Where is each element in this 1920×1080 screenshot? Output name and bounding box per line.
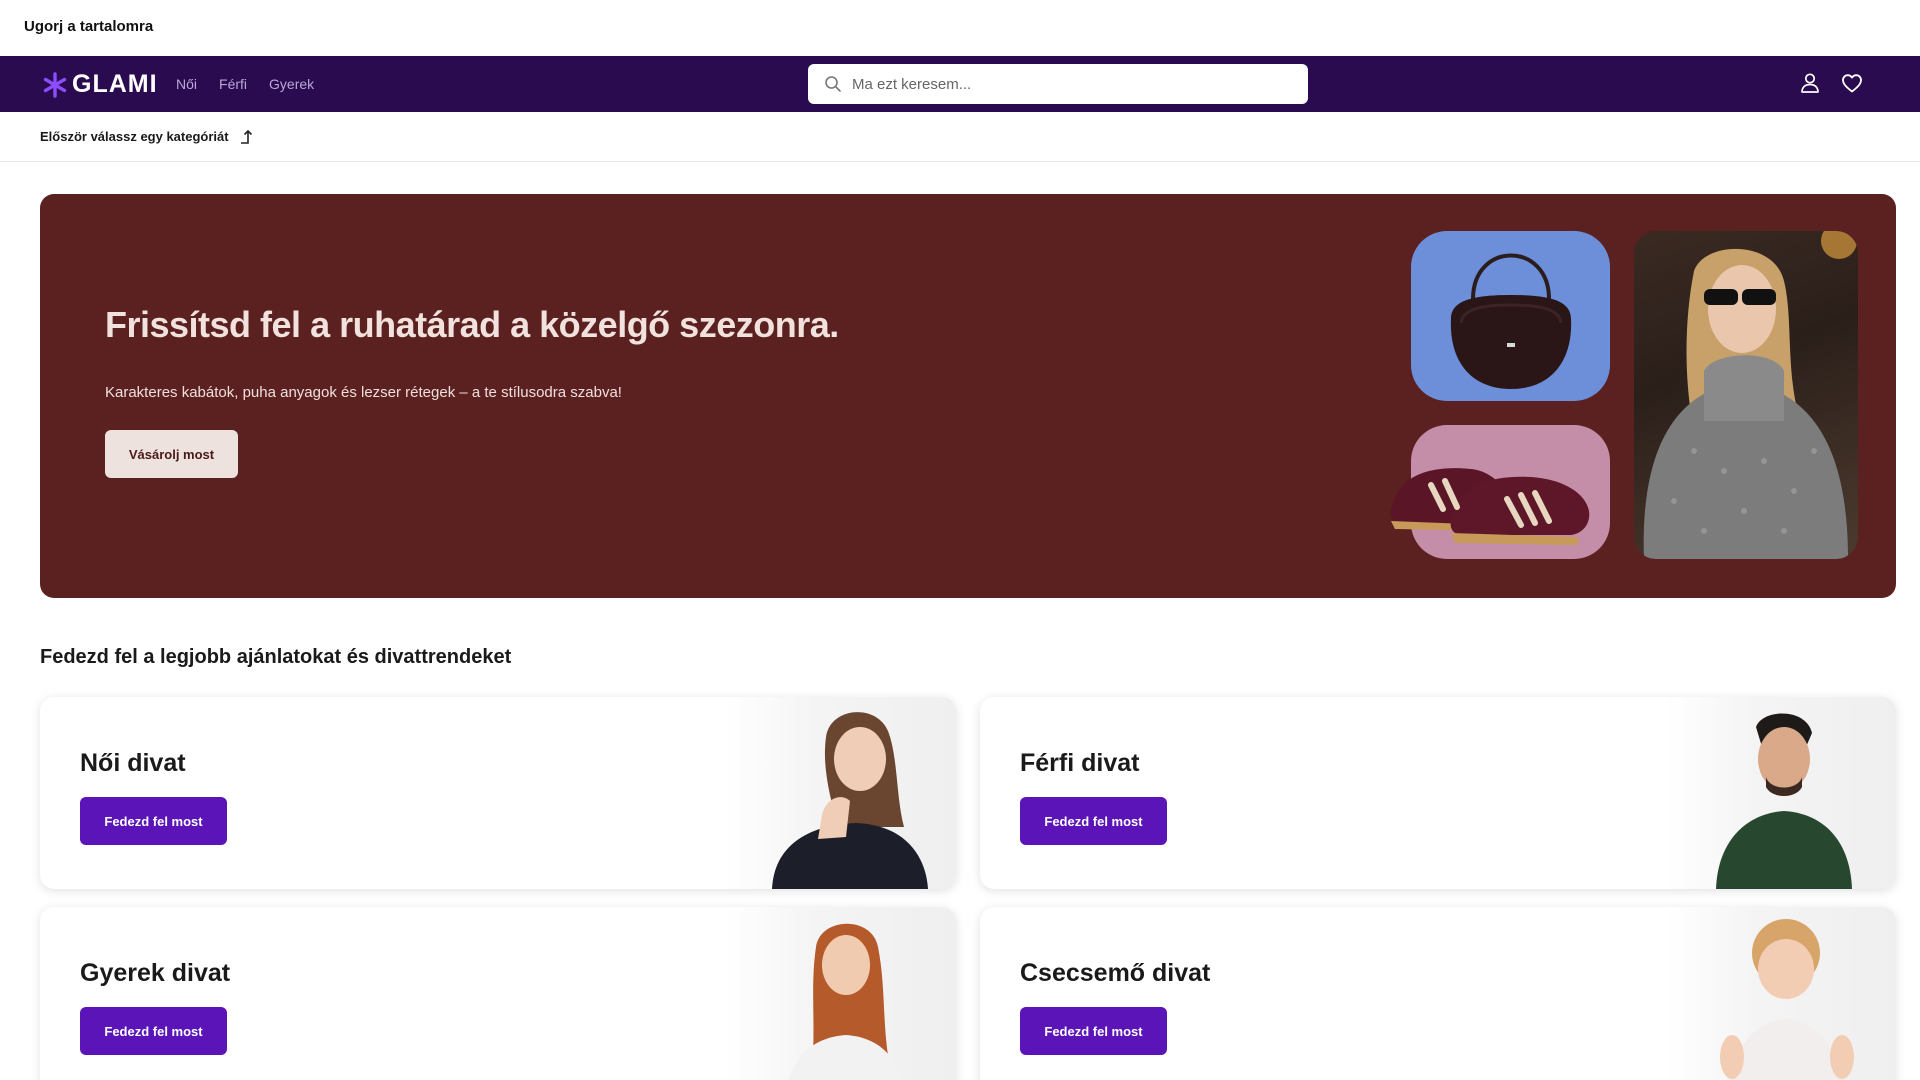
search-icon [825,76,841,92]
explore-men-button[interactable]: Fedezd fel most [1020,797,1167,845]
category-card-women[interactable]: Női divat Fedezd fel most [40,697,956,889]
category-hint-label: Először válassz egy kategóriát [40,129,229,144]
explore-kids-button[interactable]: Fedezd fel most [80,1007,227,1055]
category-card-men[interactable]: Férfi divat Fedezd fel most [980,697,1896,889]
nav-item-kids[interactable]: Gyerek [269,76,314,92]
sneakers-image [1390,425,1610,559]
explore-women-button[interactable]: Fedezd fel most [80,797,227,845]
search-input[interactable] [852,75,1292,93]
top-navigation-bar: GLAMI Női Férfi Gyerek [0,56,1920,112]
arrow-up-right-icon [240,129,252,144]
baby-model-photo [1666,907,1896,1080]
search-box [808,64,1308,104]
hero-banner: Frissítsd fel a ruhatárad a közelgő szez… [40,194,1896,598]
handbag-image [1411,231,1610,401]
card-title: Gyerek divat [80,959,231,987]
hero-title: Frissítsd fel a ruhatárad a közelgő szez… [105,304,839,345]
logo-text: GLAMI [72,70,158,98]
card-title: Férfi divat [1020,749,1140,777]
shop-now-button[interactable]: Vásárolj most [105,430,238,478]
women-model-photo [726,697,956,889]
model-photo [1634,231,1858,559]
nav-item-men[interactable]: Férfi [219,76,247,92]
explore-baby-button[interactable]: Fedezd fel most [1020,1007,1167,1055]
hero-subtitle: Karakteres kabátok, puha anyagok és lezs… [105,384,622,401]
category-card-baby[interactable]: Csecsemő divat Fedezd fel most [980,907,1896,1080]
glami-logo[interactable]: GLAMI [42,70,158,99]
asterisk-logo-icon [43,71,67,98]
category-hint-bar: Először válassz egy kategóriát [0,112,1920,162]
card-title: Női divat [80,749,186,777]
category-card-kids[interactable]: Gyerek divat Fedezd fel most [40,907,956,1080]
favorites-heart-icon[interactable] [1840,71,1864,95]
men-model-photo [1666,697,1896,889]
nav-item-women[interactable]: Női [176,76,197,92]
user-account-icon[interactable] [1798,71,1822,95]
skip-to-content-link[interactable]: Ugorj a tartalomra [24,18,153,35]
card-title: Csecsemő divat [1020,959,1211,987]
kids-model-photo [726,907,956,1080]
section-title: Fedezd fel a legjobb ajánlatokat és diva… [40,646,512,668]
main-nav: Női Férfi Gyerek [176,56,314,112]
header-actions [1798,71,1864,95]
